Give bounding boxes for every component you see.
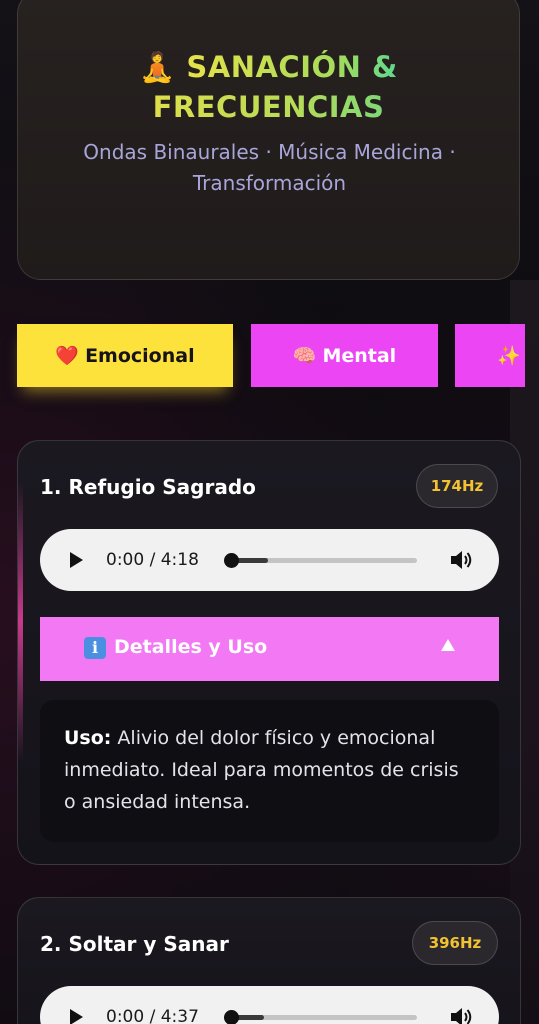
details-button-label: Detalles y Uso [114, 636, 268, 658]
meditation-icon: 🧘 [139, 50, 176, 84]
heart-icon: ❤️ [55, 345, 80, 367]
play-icon[interactable] [70, 552, 83, 568]
title-line-2: FRECUENCIAS [152, 90, 385, 124]
tab-emocional-label: Emocional [85, 344, 195, 367]
audio-player: 0:00 / 4:18 [40, 529, 499, 591]
uso-label: Uso: [64, 727, 112, 749]
sparkles-icon: ✨ [497, 345, 521, 367]
track-title: 2. Soltar y Sanar [40, 932, 229, 956]
track-title: 1. Refugio Sagrado [40, 475, 256, 499]
track-card: 1. Refugio Sagrado 174Hz 0:00 / 4:18 i D… [17, 440, 521, 865]
time-display: 0:00 / 4:37 [106, 1007, 199, 1024]
tab-mental-label: Mental [322, 344, 397, 367]
audio-player: 0:00 / 4:37 [40, 986, 499, 1024]
volume-icon[interactable] [449, 1006, 473, 1024]
collapse-arrow-icon [441, 639, 455, 651]
brain-icon: 🧠 [292, 345, 317, 367]
seek-thumb[interactable] [224, 553, 239, 568]
page-title: 🧘 SANACIÓN & FRECUENCIAS [18, 47, 519, 127]
tab-mental[interactable]: 🧠 Mental [251, 324, 438, 387]
volume-icon[interactable] [449, 549, 473, 571]
header-card: 🧘 SANACIÓN & FRECUENCIAS Ondas Binaurale… [17, 0, 520, 280]
details-panel: Uso: Alivio del dolor físico y emocional… [40, 700, 499, 842]
title-line-1: SANACIÓN & [186, 50, 398, 84]
seek-bar[interactable] [224, 553, 417, 568]
tab-sparkles[interactable]: ✨ [455, 324, 525, 387]
tab-emocional[interactable]: ❤️ Emocional [17, 324, 233, 387]
info-icon: i [84, 637, 106, 659]
card-accent [18, 481, 23, 761]
details-toggle-button[interactable]: i Detalles y Uso [40, 617, 499, 681]
page-subtitle: Ondas Binaurales · Música Medicina · Tra… [83, 140, 456, 195]
frequency-badge: 396Hz [412, 921, 498, 965]
play-icon[interactable] [70, 1009, 83, 1024]
seek-bar[interactable] [224, 1010, 417, 1024]
time-display: 0:00 / 4:18 [106, 550, 199, 570]
frequency-badge: 174Hz [416, 464, 498, 508]
track-card: 2. Soltar y Sanar 396Hz 0:00 / 4:37 [17, 897, 521, 1024]
uso-text: Alivio del dolor físico y emocional inme… [64, 727, 459, 813]
seek-thumb[interactable] [224, 1010, 239, 1024]
